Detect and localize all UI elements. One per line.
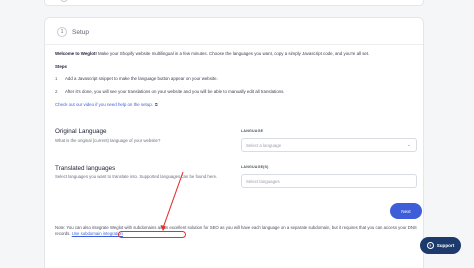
annotation-arrow-line	[162, 171, 184, 229]
annotation-arrow-head	[160, 225, 166, 231]
support-button[interactable]: ? Support	[420, 237, 461, 254]
page: 1 Setup Welcome to Weglot! Make your Sho…	[0, 0, 474, 268]
annotation-arrow	[160, 171, 184, 231]
support-button-label: Support	[436, 243, 455, 248]
question-icon: ?	[426, 242, 434, 249]
